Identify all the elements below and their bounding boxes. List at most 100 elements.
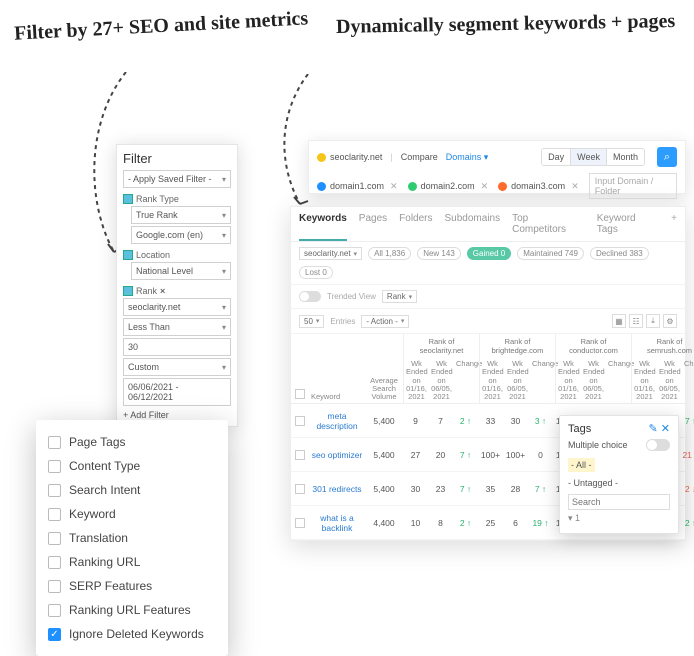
period-week[interactable]: Week [571, 149, 607, 165]
keyword-link[interactable]: seo optimizer [309, 448, 365, 462]
results-panel: Keywords Pages Folders Subdomains Top Compet… [290, 206, 686, 541]
apply-saved-filter-select[interactable]: - Apply Saved Filter - [123, 170, 231, 188]
trended-view-toggle[interactable] [299, 291, 321, 302]
domain-filter-select[interactable]: seoclarity.net [299, 247, 362, 260]
cell: 23 [428, 482, 453, 496]
rank-type-select[interactable]: True Rank [131, 206, 231, 224]
add-tab-icon[interactable]: + [671, 207, 677, 241]
checklist-item[interactable]: SERP Features [48, 574, 216, 598]
row-checkbox[interactable] [295, 416, 305, 426]
checkbox-icon[interactable] [48, 484, 61, 497]
checkbox-icon[interactable] [48, 604, 61, 617]
checkbox-icon[interactable]: ✓ [48, 628, 61, 641]
tags-title: Tags [568, 423, 591, 435]
filter-gained[interactable]: Gained 0 [467, 247, 511, 260]
filter-declined[interactable]: Declined 383 [590, 247, 649, 260]
pagesize-select[interactable]: 50 [299, 315, 324, 328]
location-select[interactable]: National Level [131, 262, 231, 280]
tags-opt-untagged[interactable]: - Untagged - [568, 475, 670, 491]
edit-icon[interactable]: ✎ [649, 423, 658, 435]
col-asv[interactable]: Average Search Volume [365, 375, 403, 404]
tags-popover: Tags ✎ ✕ Multiple choice - All - - Untag… [559, 415, 679, 534]
checklist-item[interactable]: Ranking URL Features [48, 598, 216, 622]
compare-domain-chip[interactable]: domain1.com✕ [317, 181, 398, 192]
checklist-label: Ranking URL Features [69, 603, 191, 617]
checkbox-icon[interactable] [48, 508, 61, 521]
checkbox-icon[interactable] [48, 460, 61, 473]
tab-keywords[interactable]: Keywords [299, 207, 347, 241]
checklist-item[interactable]: Translation [48, 526, 216, 550]
settings-icon[interactable]: ⚙ [663, 314, 677, 328]
checklist-item[interactable]: Content Type [48, 454, 216, 478]
tags-search-input[interactable] [568, 494, 670, 510]
search-button[interactable]: ⌕ [657, 147, 677, 167]
checkbox-icon[interactable] [48, 436, 61, 449]
filter-all[interactable]: All 1,836 [368, 247, 411, 260]
row-checkbox[interactable] [295, 518, 305, 528]
search-icon: ⌕ [664, 151, 670, 164]
domain-input[interactable]: Input Domain / Folder [589, 173, 677, 199]
tab-top-competitors[interactable]: Top Competitors [512, 207, 585, 241]
filter-new[interactable]: New 143 [417, 247, 461, 260]
checklist-item[interactable]: Search Intent [48, 478, 216, 502]
period-month[interactable]: Month [607, 149, 644, 165]
rank-period-select[interactable]: Custom [123, 358, 231, 376]
checklist-item[interactable]: Page Tags [48, 430, 216, 454]
cell-change: 2 [453, 516, 478, 530]
chart-icon[interactable]: ☷ [629, 314, 643, 328]
tab-subdomains[interactable]: Subdomains [445, 207, 501, 241]
close-icon[interactable]: ✕ [661, 423, 670, 435]
keyword-link[interactable]: meta description [309, 409, 365, 433]
checkbox-icon[interactable] [48, 532, 61, 545]
checklist-item[interactable]: ✓ Ignore Deleted Keywords [48, 622, 216, 646]
rank-metric-select[interactable]: Rank [382, 290, 417, 303]
columns-icon[interactable]: ▦ [612, 314, 626, 328]
cell: 27 [403, 448, 428, 462]
period-day[interactable]: Day [542, 149, 571, 165]
domains-dropdown[interactable]: Domains ▾ [446, 152, 489, 163]
filter-lost[interactable]: Lost 0 [299, 266, 333, 279]
rank-value-input[interactable]: 30 [123, 338, 231, 356]
close-icon[interactable]: ✕ [390, 181, 398, 192]
checklist-item[interactable]: Ranking URL [48, 550, 216, 574]
rank-daterange-input[interactable]: 06/06/2021 - 06/12/2021 [123, 378, 231, 406]
action-select[interactable]: - Action - [361, 315, 409, 328]
tab-folders[interactable]: Folders [399, 207, 432, 241]
rank-op-select[interactable]: Less Than [123, 318, 231, 336]
checklist-item[interactable]: Keyword [48, 502, 216, 526]
rank-label: Rank× [123, 286, 231, 296]
tab-keyword-tags[interactable]: Keyword Tags [597, 207, 659, 241]
keyword-link[interactable]: what is a backlink [309, 511, 365, 535]
cell-asv: 5,400 [365, 448, 403, 462]
main-domain-chip[interactable]: seoclarity.net [317, 152, 382, 162]
add-filter-button[interactable]: + Add Filter [123, 410, 231, 420]
close-icon[interactable]: ✕ [571, 181, 579, 192]
checkbox-icon[interactable] [48, 580, 61, 593]
close-icon[interactable]: ✕ [481, 181, 489, 192]
select-all-checkbox[interactable] [295, 389, 305, 399]
engine-select[interactable]: Google.com (en) [131, 226, 231, 244]
filter-maintained[interactable]: Maintained 749 [517, 247, 584, 260]
remove-rank-icon[interactable]: × [160, 286, 165, 296]
cell: 8 [428, 516, 453, 530]
compare-domain-chip[interactable]: domain3.com✕ [498, 181, 579, 192]
multiple-choice-toggle[interactable] [646, 439, 670, 451]
cell-change: 7 [453, 482, 478, 496]
checklist-label: Content Type [69, 459, 140, 473]
tags-opt-all[interactable]: - All - [568, 458, 595, 472]
rank-domain-select[interactable]: seoclarity.net [123, 298, 231, 316]
row-checkbox[interactable] [295, 450, 305, 460]
compare-domain-chip[interactable]: domain2.com✕ [408, 181, 489, 192]
checklist-label: Ranking URL [69, 555, 140, 569]
export-icon[interactable]: ⤓ [646, 314, 660, 328]
filter-title: Filter [123, 151, 231, 166]
keyword-link[interactable]: 301 redirects [309, 482, 365, 496]
tab-pages[interactable]: Pages [359, 207, 387, 241]
row-checkbox[interactable] [295, 484, 305, 494]
col-keyword[interactable]: Keyword [309, 391, 365, 403]
rank-type-label: Rank Type [123, 194, 231, 204]
checklist-label: Ignore Deleted Keywords [69, 627, 204, 641]
checkbox-icon[interactable] [48, 556, 61, 569]
col-group: Rank of seoclarity.netWk Ended on 01/16,… [403, 334, 479, 403]
period-toggle[interactable]: DayWeekMonth [541, 148, 645, 166]
